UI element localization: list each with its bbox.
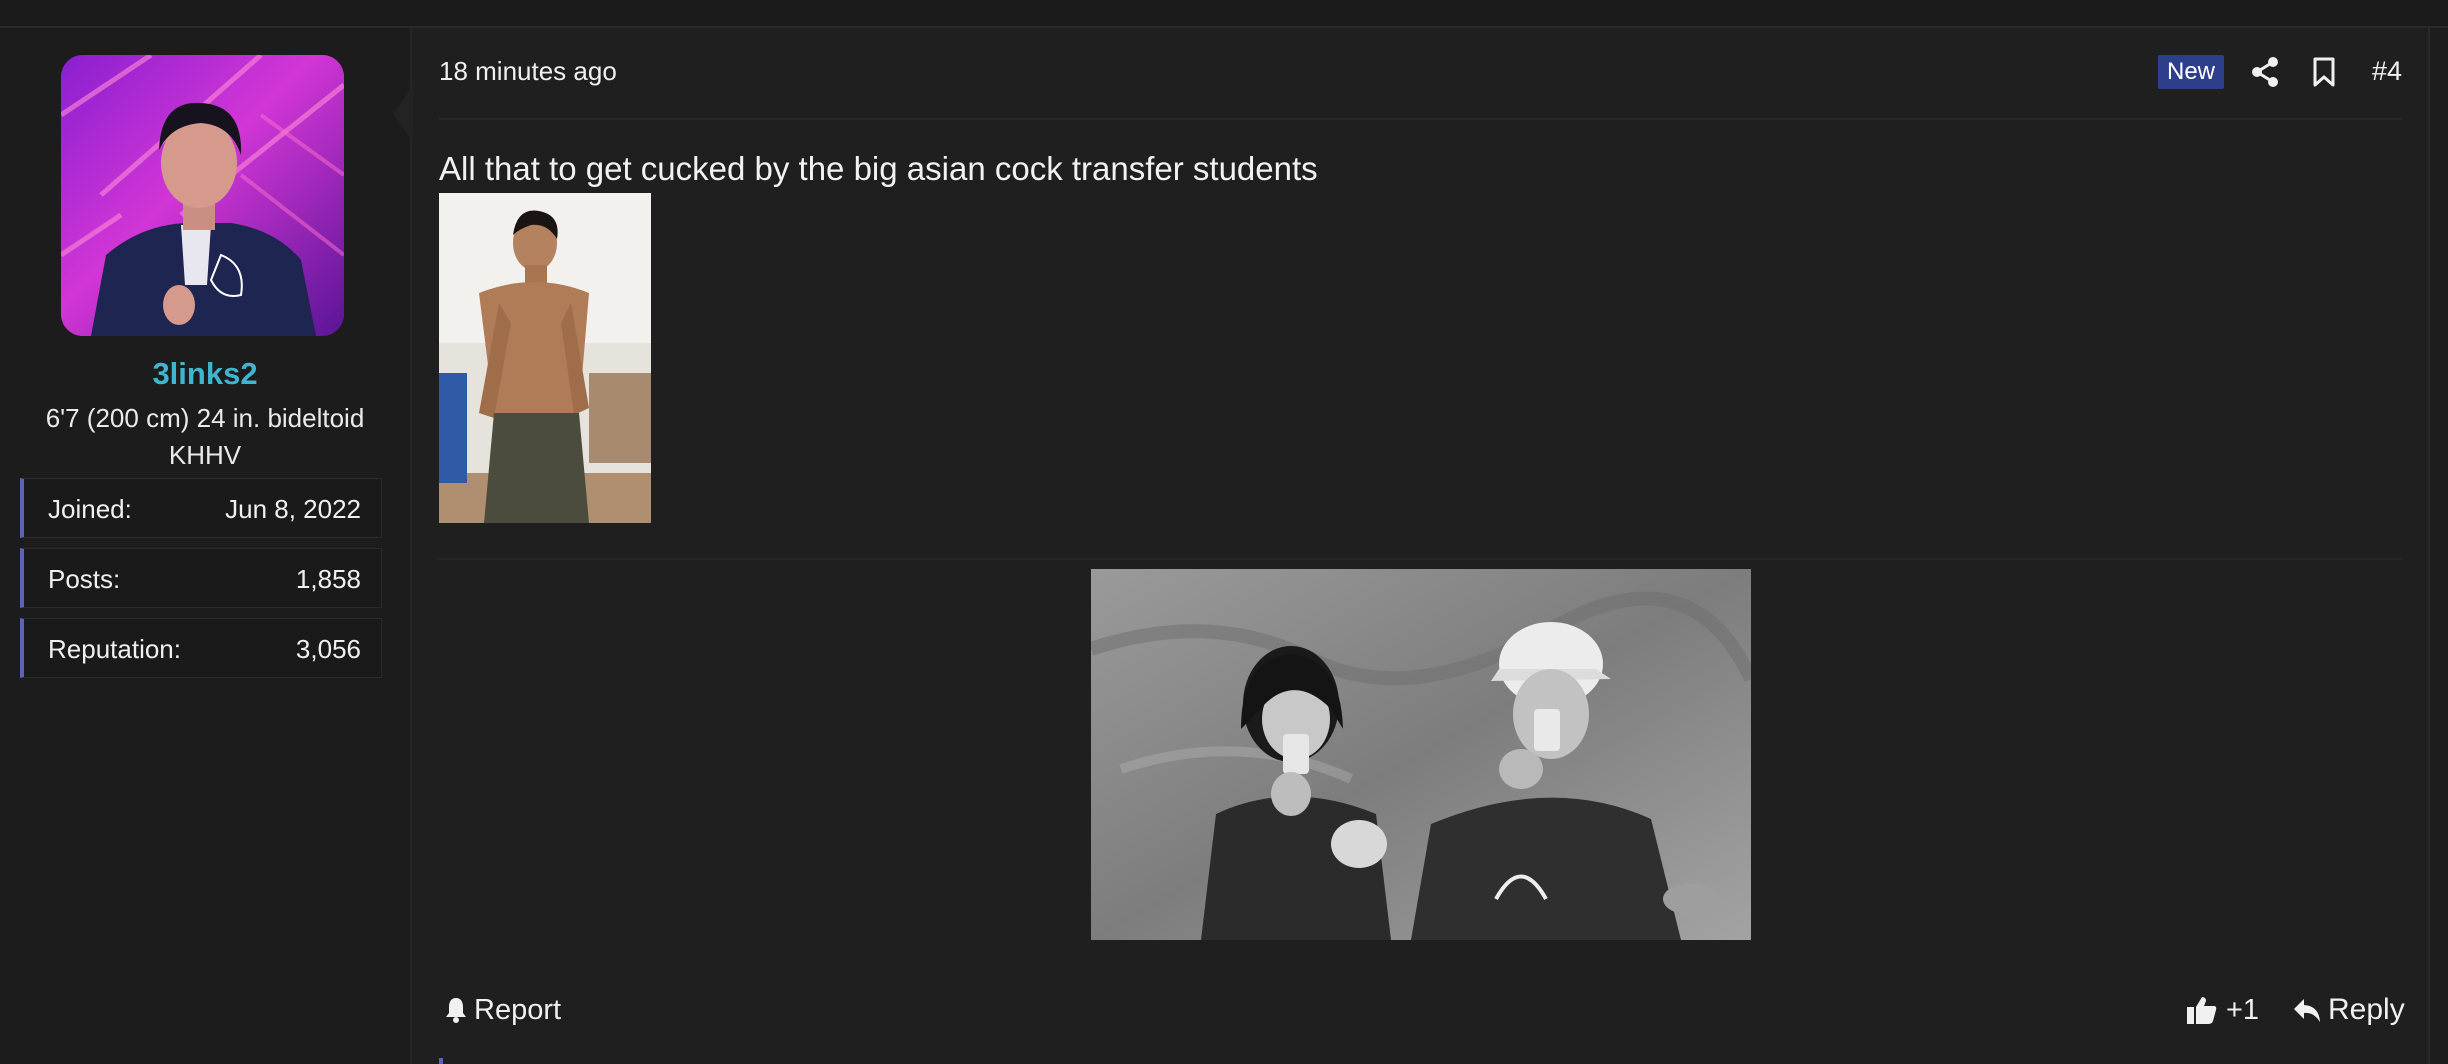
top-strip xyxy=(0,0,2448,28)
post-pointer-arrow xyxy=(393,86,413,142)
report-label: Report xyxy=(474,993,562,1026)
next-post-accent xyxy=(439,1058,443,1064)
post-image-1[interactable] xyxy=(439,193,651,523)
stat-label: Joined: xyxy=(48,494,132,524)
report-button[interactable]: Report xyxy=(444,990,561,1030)
stat-value: 1,858 xyxy=(295,564,361,594)
avatar-image xyxy=(61,55,344,336)
bookmark-icon[interactable] xyxy=(2311,56,2337,88)
stat-value: 3,056 xyxy=(295,634,361,664)
stat-value: Jun 8, 2022 xyxy=(225,494,361,524)
user-sidebar: 3links2 6'7 (200 cm) 24 in. bideltoid KH… xyxy=(0,28,412,1064)
stat-joined: Joined: Jun 8, 2022 xyxy=(20,478,382,538)
bell-icon xyxy=(446,998,466,1023)
stat-label: Posts: xyxy=(48,564,121,594)
stat-posts: Posts: 1,858 xyxy=(20,548,382,608)
stat-label: Reputation: xyxy=(48,634,181,664)
user-title-line-1: 6'7 (200 cm) 24 in. bideltoid xyxy=(45,403,365,433)
post-number-link[interactable]: #4 xyxy=(2372,56,2402,87)
post-image-1-picture xyxy=(439,193,651,523)
like-button[interactable]: +1 xyxy=(2186,990,2259,1030)
avatar[interactable] xyxy=(61,55,344,336)
post-image-2-picture xyxy=(1091,569,1751,940)
forum-post: 3links2 6'7 (200 cm) 24 in. bideltoid KH… xyxy=(0,28,2430,1064)
user-title-line-2: KHHV xyxy=(168,440,242,470)
username[interactable]: 3links2 xyxy=(0,356,410,392)
reply-arrow-icon xyxy=(2294,999,2320,1022)
user-title: 6'7 (200 cm) 24 in. bideltoid KHHV xyxy=(20,400,390,474)
header-divider xyxy=(439,118,2403,120)
like-count: +1 xyxy=(2226,993,2260,1026)
post-timestamp[interactable]: 18 minutes ago xyxy=(439,56,617,87)
reply-label: Reply xyxy=(2328,993,2405,1026)
reply-button[interactable]: Reply xyxy=(2292,990,2405,1030)
content-divider xyxy=(439,558,2403,560)
share-icon[interactable] xyxy=(2250,56,2280,88)
post-image-2[interactable] xyxy=(1091,569,1751,940)
thumbs-up-icon xyxy=(2187,997,2217,1024)
new-badge: New xyxy=(2158,55,2224,89)
post-body-text: All that to get cucked by the big asian … xyxy=(439,150,1318,187)
stat-reputation: Reputation: 3,056 xyxy=(20,618,382,678)
